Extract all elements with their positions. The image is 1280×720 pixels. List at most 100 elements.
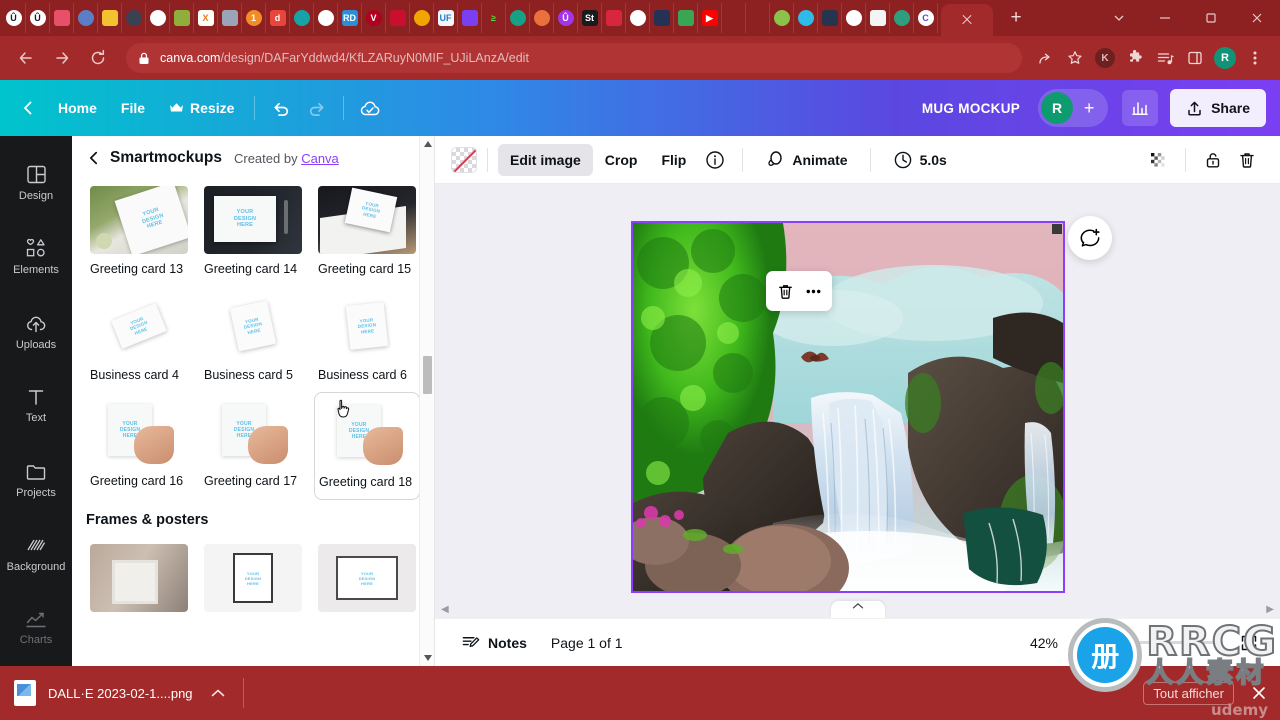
bookmark-globe-2[interactable] xyxy=(314,3,338,33)
bookmark-drop[interactable] xyxy=(722,3,746,33)
fit-screen-icon[interactable] xyxy=(1236,630,1262,656)
bookmark-one[interactable]: 1 xyxy=(242,3,266,33)
lock-icon[interactable] xyxy=(1196,143,1230,177)
mockup-card[interactable]: YOUR DESIGN HERE Greeting card 16 xyxy=(86,392,192,500)
bookmark-globe-1[interactable] xyxy=(146,3,170,33)
bookmark-dark-app[interactable] xyxy=(818,3,842,33)
trash-icon[interactable] xyxy=(776,282,795,301)
add-comment-button[interactable] xyxy=(1068,216,1112,260)
bookmark-leaf[interactable] xyxy=(770,3,794,33)
bookmark-green-circle[interactable] xyxy=(506,3,530,33)
back-icon[interactable] xyxy=(10,42,42,74)
bookmark-red-sq[interactable] xyxy=(602,3,626,33)
panel-scrollbar[interactable] xyxy=(419,136,434,666)
share-button[interactable]: Share xyxy=(1170,89,1266,127)
bookmark-evernote[interactable] xyxy=(794,3,818,33)
mockup-card[interactable] xyxy=(86,538,192,622)
tab-close-icon[interactable] xyxy=(960,13,974,27)
design-canvas[interactable] xyxy=(631,221,1065,593)
flip-button[interactable]: Flip xyxy=(649,144,698,176)
add-collaborator-button[interactable]: + xyxy=(1073,92,1105,124)
bookmark-globe-3[interactable] xyxy=(626,3,650,33)
scroll-up-arrow[interactable] xyxy=(420,136,435,152)
bookmark-dragon[interactable] xyxy=(386,3,410,33)
transparency-grid-icon[interactable] xyxy=(1141,143,1175,177)
mockup-card[interactable]: YOUR DESIGN HERE xyxy=(200,538,306,622)
edit-image-button[interactable]: Edit image xyxy=(498,143,593,176)
side-panel-icon[interactable] xyxy=(1180,43,1210,73)
more-options-icon[interactable] xyxy=(804,282,823,301)
delete-icon[interactable] xyxy=(1230,143,1264,177)
sidebar-item-text[interactable]: Text xyxy=(0,369,72,443)
zoom-slider[interactable] xyxy=(1072,634,1222,652)
active-tab[interactable] xyxy=(941,4,993,36)
creator-link[interactable]: Canva xyxy=(301,151,339,166)
scroll-right-arrow[interactable]: ▶ xyxy=(1266,604,1274,615)
bookmark-v[interactable]: V xyxy=(362,3,386,33)
cloud-saved-icon[interactable] xyxy=(352,90,388,126)
panel-back-icon[interactable] xyxy=(86,150,102,166)
bookmark-ribbon[interactable] xyxy=(290,3,314,33)
media-playlist-icon[interactable] xyxy=(1150,43,1180,73)
sidebar-item-projects[interactable]: Projects xyxy=(0,443,72,517)
share-page-icon[interactable] xyxy=(1030,43,1060,73)
bookmark-spiral[interactable] xyxy=(890,3,914,33)
bookmark-excel[interactable]: X xyxy=(194,3,218,33)
selection-handle[interactable] xyxy=(1052,224,1062,234)
bookmark-white-doc[interactable] xyxy=(866,3,890,33)
close-download-bar-icon[interactable] xyxy=(1252,686,1266,700)
tab-search-icon[interactable] xyxy=(1096,0,1142,36)
info-icon[interactable] xyxy=(698,143,732,177)
mockup-card[interactable]: YOUR DESIGN HERE Greeting card 18 xyxy=(314,392,420,500)
bookmark-medal[interactable] xyxy=(410,3,434,33)
bookmark-rd[interactable]: RD xyxy=(338,3,362,33)
panel-scroll-region[interactable]: YOUR DESIGN HERE Greeting card 13 YOUR DESIGN… xyxy=(72,180,434,666)
mockup-card[interactable]: YOUR DESIGN HERE Greeting card 13 xyxy=(86,180,192,286)
bookmark-chatgpt[interactable] xyxy=(842,3,866,33)
duration-button[interactable]: 5.0s xyxy=(881,144,959,176)
bookmark-c[interactable]: C xyxy=(914,3,938,33)
collaborator-avatar[interactable]: R xyxy=(1041,92,1074,124)
bookmark-yellow[interactable] xyxy=(98,3,122,33)
transparency-icon[interactable] xyxy=(451,146,477,173)
bookmark-u1[interactable]: Û xyxy=(2,3,26,33)
sidebar-item-uploads[interactable]: Uploads xyxy=(0,295,72,369)
bookmark-chev[interactable]: ≥ xyxy=(482,3,506,33)
mockup-card[interactable]: YOUR DESIGN HERE Business card 5 xyxy=(200,286,306,392)
bookmark-u2[interactable]: Û xyxy=(26,3,50,33)
zoom-level[interactable]: 42% xyxy=(1030,635,1058,651)
scroll-left-arrow[interactable]: ◀ xyxy=(441,604,449,615)
bookmark-shop[interactable] xyxy=(50,3,74,33)
bookmark-key[interactable] xyxy=(170,3,194,33)
mockup-card[interactable]: YOUR DESIGN HERE Business card 4 xyxy=(86,286,192,392)
download-item[interactable]: DALL·E 2023-02-1....png xyxy=(14,680,225,706)
bookmark-rainbow[interactable] xyxy=(674,3,698,33)
mockup-card[interactable]: YOUR DESIGN HERE xyxy=(314,538,420,622)
bookmark-d[interactable]: d xyxy=(266,3,290,33)
home-button[interactable]: Home xyxy=(46,90,109,126)
bookmark-figma[interactable] xyxy=(746,3,770,33)
bookmark-youtube[interactable]: ▶ xyxy=(698,3,722,33)
redo-icon[interactable] xyxy=(299,90,335,126)
maximize-icon[interactable] xyxy=(1188,0,1234,36)
insights-button[interactable] xyxy=(1122,90,1159,126)
bookmark-watch[interactable] xyxy=(650,3,674,33)
zoom-slider-knob[interactable] xyxy=(1124,636,1137,649)
bookmark-grad[interactable] xyxy=(74,3,98,33)
mockup-card[interactable]: YOUR DESIGN HERE Greeting card 15 xyxy=(314,180,420,286)
bookmark-star-icon[interactable] xyxy=(1060,43,1090,73)
scroll-down-arrow[interactable] xyxy=(420,650,435,666)
sidebar-item-design[interactable]: Design xyxy=(0,146,72,220)
page-indicator[interactable]: Page 1 of 1 xyxy=(551,635,623,651)
close-window-icon[interactable] xyxy=(1234,0,1280,36)
bookmark-faded[interactable] xyxy=(458,3,482,33)
mockup-card[interactable]: YOUR DESIGN HERE Greeting card 17 xyxy=(200,392,306,500)
extensions-puzzle-icon[interactable] xyxy=(1120,43,1150,73)
collapse-panel-toggle[interactable] xyxy=(830,601,885,618)
sidebar-item-background[interactable]: Background xyxy=(0,517,72,591)
animate-button[interactable]: Animate xyxy=(753,144,859,176)
resize-button[interactable]: Resize xyxy=(157,90,246,126)
document-title[interactable]: MUG MOCKUP xyxy=(922,101,1020,116)
bookmark-bag[interactable] xyxy=(218,3,242,33)
bookmark-st[interactable]: St xyxy=(578,3,602,33)
